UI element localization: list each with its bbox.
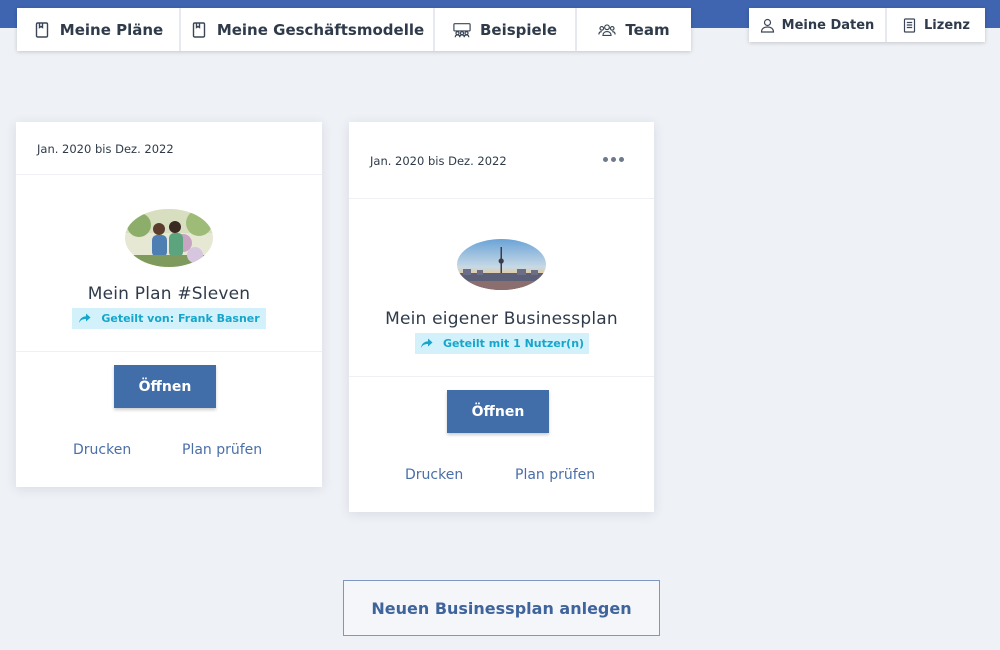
plan-title: Mein eigener Businessplan xyxy=(385,309,618,329)
more-options-icon[interactable] xyxy=(603,157,624,162)
share-arrow-icon xyxy=(78,312,91,325)
nav-item-meine-daten[interactable]: Meine Daten xyxy=(749,8,887,42)
business-model-icon xyxy=(190,21,208,39)
nav-item-lizenz[interactable]: Lizenz xyxy=(887,8,985,42)
nav-item-meine-plaene[interactable]: Meine Pläne xyxy=(17,8,181,51)
nav-label: Meine Daten xyxy=(781,17,875,33)
open-plan-button[interactable]: Öffnen xyxy=(447,390,549,433)
nav-item-beispiele[interactable]: Beispiele xyxy=(435,8,577,51)
plan-book-icon xyxy=(33,21,51,39)
nav-item-geschaeftsmodelle[interactable]: Meine Geschäftsmodelle xyxy=(181,8,435,51)
plan-card: Jan. 2020 bis Dez. 2022 Mein eigener Bus… xyxy=(349,122,654,512)
share-badge: Geteilt mit 1 Nutzer(n) xyxy=(415,333,589,354)
examples-icon xyxy=(453,21,471,39)
license-icon xyxy=(902,17,917,33)
nav-label: Meine Pläne xyxy=(59,20,164,39)
check-plan-link[interactable]: Plan prüfen xyxy=(515,467,595,483)
plan-card: Jan. 2020 bis Dez. 2022 Mein Plan #Sleve… xyxy=(16,122,322,487)
plan-thumbnail-image xyxy=(457,239,546,290)
nav-label: Team xyxy=(625,20,670,39)
nav-label: Beispiele xyxy=(479,20,558,39)
main-nav: Meine Pläne Meine Geschäftsmodelle Beisp… xyxy=(17,8,691,51)
card-divider xyxy=(16,351,322,352)
new-businessplan-button[interactable]: Neuen Businessplan anlegen xyxy=(343,580,660,636)
team-icon xyxy=(598,21,617,39)
share-arrow-icon xyxy=(420,337,433,350)
card-date-range: Jan. 2020 bis Dez. 2022 xyxy=(37,142,174,156)
share-badge: Geteilt von: Frank Basner xyxy=(72,308,266,329)
nav-label: Meine Geschäftsmodelle xyxy=(216,20,425,39)
plan-title: Mein Plan #Sleven xyxy=(87,284,251,304)
card-divider xyxy=(349,198,654,199)
plan-thumbnail-image xyxy=(125,209,213,267)
card-date-range: Jan. 2020 bis Dez. 2022 xyxy=(370,154,507,168)
user-icon xyxy=(760,18,775,33)
share-text: Geteilt mit 1 Nutzer(n) xyxy=(442,337,585,350)
print-link[interactable]: Drucken xyxy=(405,467,463,483)
open-plan-button[interactable]: Öffnen xyxy=(114,365,216,408)
user-nav: Meine Daten Lizenz xyxy=(749,8,985,42)
print-link[interactable]: Drucken xyxy=(73,442,131,458)
nav-item-team[interactable]: Team xyxy=(577,8,691,51)
card-divider xyxy=(16,174,322,175)
card-divider xyxy=(349,376,654,377)
nav-label: Lizenz xyxy=(924,17,970,33)
share-text: Geteilt von: Frank Basner xyxy=(101,312,260,325)
check-plan-link[interactable]: Plan prüfen xyxy=(182,442,262,458)
